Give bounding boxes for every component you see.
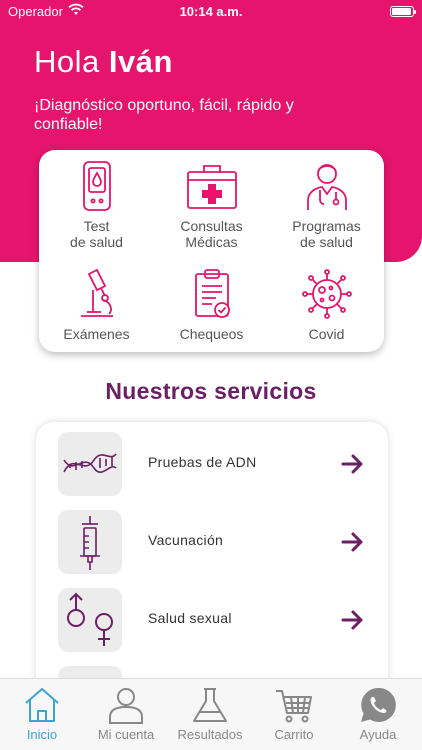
flask-icon: [193, 688, 227, 722]
tab-label: Carrito: [274, 727, 314, 742]
quick-action-programas-de-salud[interactable]: Programas de salud: [269, 160, 384, 250]
dna-icon: [63, 453, 117, 474]
tab-resultados[interactable]: Resultados: [168, 685, 252, 742]
tab-label: Resultados: [177, 727, 243, 742]
service-icon-tile: [58, 432, 122, 496]
user-name: Iván: [108, 44, 173, 79]
syringe-icon: [80, 516, 100, 570]
quick-action-label: Exámenes: [63, 326, 130, 342]
quick-action-label: Chequeos: [179, 326, 244, 342]
quick-actions-card: Test de salud Consultas Médicas Programa…: [39, 150, 384, 352]
home-icon: [25, 688, 59, 722]
service-icon-tile: [58, 510, 122, 574]
cart-icon: [276, 690, 312, 723]
arrow-right-icon[interactable]: [341, 608, 365, 632]
microscope-icon: [80, 268, 113, 317]
service-label: Vacunación: [148, 532, 224, 548]
quick-action-test-de-salud[interactable]: Test de salud: [39, 160, 154, 250]
greeting-prefix: Hola: [34, 44, 100, 79]
quick-action-label: Programas: [292, 218, 361, 234]
tab-label: Mi cuenta: [97, 727, 155, 742]
tab-label: Inicio: [26, 727, 58, 742]
status-bar: Operador 10:14 a.m.: [0, 0, 422, 24]
whatsapp-icon: [361, 687, 396, 722]
tagline: ¡Diagnóstico oportuno, fácil, rápido y c…: [34, 97, 294, 133]
service-row-salud-sexual[interactable]: Salud sexual: [36, 588, 388, 652]
service-row-vacunacion[interactable]: Vacunación: [36, 510, 388, 574]
quick-action-covid[interactable]: Covid: [269, 268, 384, 342]
arrow-right-icon[interactable]: [341, 530, 365, 554]
clipboard-check-icon: [194, 269, 230, 318]
tab-mi-cuenta[interactable]: Mi cuenta: [84, 685, 168, 742]
tab-label: Ayuda: [359, 727, 397, 742]
battery-icon: [390, 6, 416, 17]
blood-test-icon: [82, 161, 111, 211]
quick-action-examenes[interactable]: Exámenes: [39, 268, 154, 342]
tab-ayuda[interactable]: Ayuda: [336, 685, 420, 742]
service-label: Pruebas de ADN: [148, 454, 257, 470]
service-icon-tile: [58, 588, 122, 652]
gender-symbols-icon: [67, 592, 113, 646]
services-list: Pruebas de ADN Vacunación Salud sexual: [36, 422, 388, 722]
virus-icon: [301, 269, 352, 319]
quick-action-chequeos[interactable]: Chequeos: [154, 268, 269, 342]
quick-action-label: Test: [83, 218, 110, 234]
quick-action-label: Covid: [308, 326, 345, 342]
quick-action-consultas-medicas[interactable]: Consultas Médicas: [154, 160, 269, 250]
quick-action-label-line2: de salud: [300, 234, 353, 250]
services-title: Nuestros servicios: [105, 378, 317, 404]
clock: 10:14 a.m.: [179, 4, 243, 19]
bottom-tab-bar: Inicio Mi cuenta Resultados Carrito Ayud…: [0, 678, 422, 750]
quick-action-label: Consultas: [180, 218, 243, 234]
greeting: Hola Iván: [34, 44, 173, 80]
user-icon: [109, 688, 143, 724]
arrow-right-icon[interactable]: [341, 452, 365, 476]
service-label: Salud sexual: [148, 610, 232, 626]
tab-inicio[interactable]: Inicio: [0, 685, 84, 742]
medical-kit-icon: [186, 165, 237, 209]
quick-action-label-line2: Médicas: [185, 234, 238, 250]
service-row-adn[interactable]: Pruebas de ADN: [36, 432, 388, 496]
tab-carrito[interactable]: Carrito: [252, 685, 336, 742]
quick-action-label-line2: de salud: [70, 234, 123, 250]
doctor-icon: [306, 164, 347, 210]
